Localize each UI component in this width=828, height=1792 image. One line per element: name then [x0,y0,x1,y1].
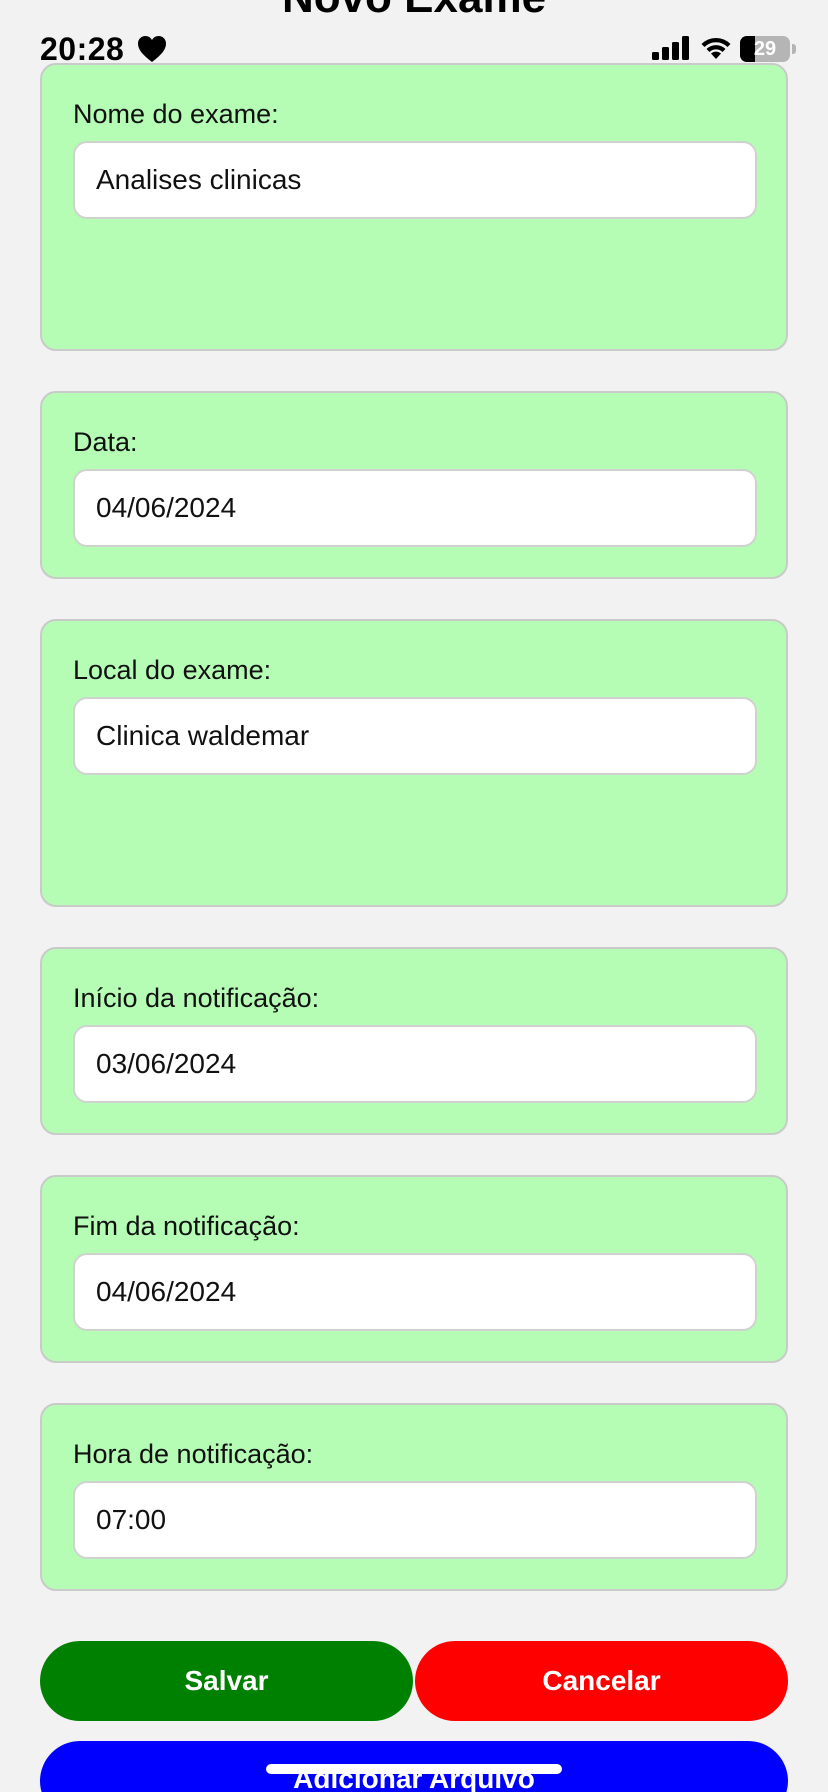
battery-level: 29 [753,38,777,60]
location-input[interactable]: Clinica waldemar [73,697,757,775]
status-time: 20:28 [40,31,125,67]
home-indicator [266,1764,562,1774]
wifi-icon [701,37,731,59]
exam-name-card: Nome do exame: Analises clinicas [40,63,788,351]
status-bar: 20:28 29 [0,0,828,96]
notification-start-input[interactable]: 03/06/2024 [73,1025,757,1103]
notification-start-label: Início da notificação: [73,983,320,1013]
notification-time-card: Hora de notificação: 07:00 [40,1403,788,1591]
notification-end-input[interactable]: 04/06/2024 [73,1253,757,1331]
heart-icon [138,36,166,62]
cancel-button[interactable]: Cancelar [415,1641,788,1721]
date-label: Data: [73,427,138,457]
save-button[interactable]: Salvar [40,1641,413,1721]
signal-icon [652,36,689,60]
notification-start-card: Início da notificação: 03/06/2024 [40,947,788,1135]
exam-name-label: Nome do exame: [73,99,279,129]
date-input[interactable]: 04/06/2024 [73,469,757,547]
exam-name-input[interactable]: Analises clinicas [73,141,757,219]
notification-end-label: Fim da notificação: [73,1211,300,1241]
notification-time-label: Hora de notificação: [73,1439,314,1469]
notification-time-input[interactable]: 07:00 [73,1481,757,1559]
location-label: Local do exame: [73,655,272,685]
battery-icon: 29 [740,36,790,62]
location-card: Local do exame: Clinica waldemar [40,619,788,907]
notification-end-card: Fim da notificação: 04/06/2024 [40,1175,788,1363]
date-card: Data: 04/06/2024 [40,391,788,579]
